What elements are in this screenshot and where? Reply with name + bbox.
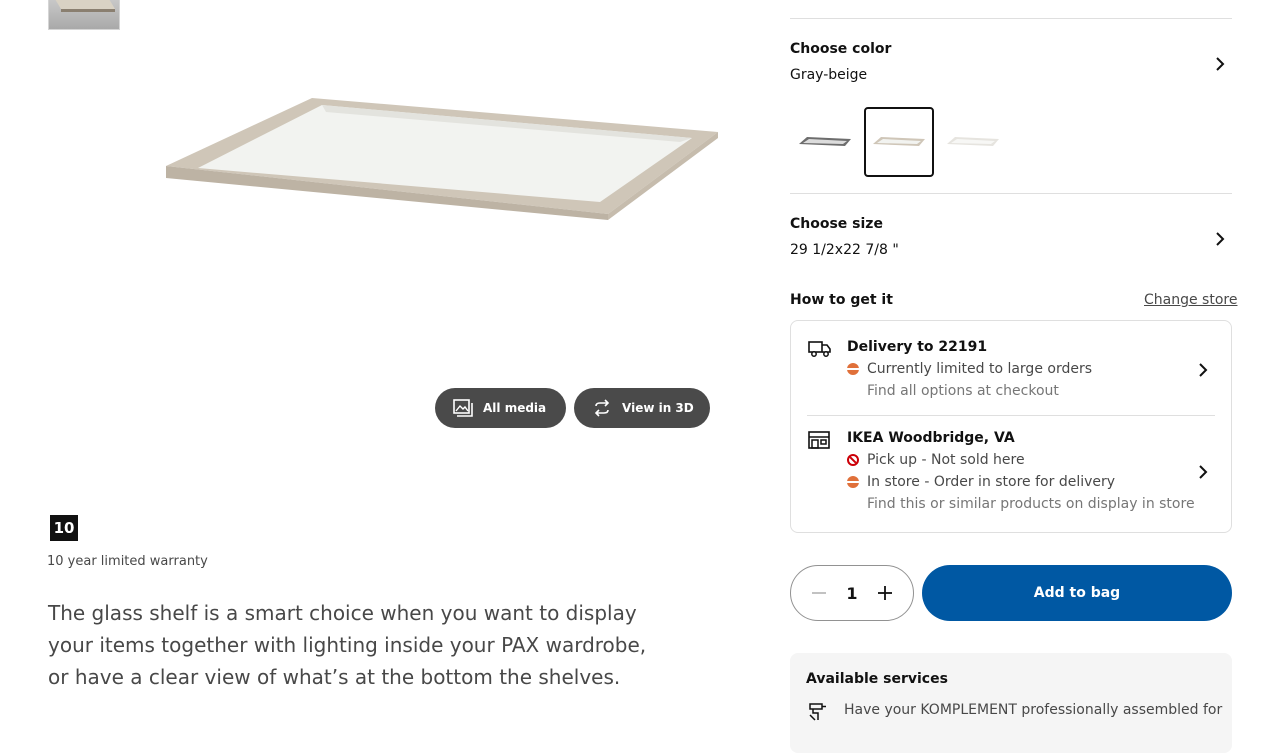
delivery-title: Delivery to 22191 — [847, 339, 988, 355]
delivery-row[interactable]: Delivery to 22191 Currently limited to l… — [791, 321, 1231, 415]
gallery-icon — [453, 399, 473, 417]
not-available-icon — [847, 454, 859, 466]
add-to-bag-button[interactable]: Add to bag — [922, 565, 1232, 621]
swatch-shelf-image — [947, 137, 999, 146]
delivery-status-text: Currently limited to large orders — [867, 361, 1093, 377]
all-media-label: All media — [483, 401, 547, 415]
chevron-right-icon — [1216, 57, 1225, 71]
assembly-tool-icon — [809, 703, 826, 721]
choose-size-heading: Choose size — [790, 216, 883, 232]
availability-box: Delivery to 22191 Currently limited to l… — [790, 320, 1232, 533]
services-text: Have your KOMPLEMENT professionally asse… — [844, 702, 1223, 718]
swatch-shelf-image — [873, 137, 925, 146]
gallery-thumbnail[interactable] — [48, 0, 120, 30]
view-in-3d-label: View in 3D — [622, 401, 694, 415]
how-to-get-it-heading: How to get it — [790, 292, 893, 308]
product-description: The glass shelf is a smart choice when y… — [48, 601, 647, 689]
limited-status-icon — [847, 476, 859, 488]
pickup-status-text: Pick up - Not sold here — [867, 452, 1025, 468]
choose-size-section[interactable]: Choose size 29 1/2x22 7/8 " — [790, 194, 1232, 268]
product-image — [166, 98, 718, 220]
truck-icon — [808, 341, 831, 357]
increase-quantity-button[interactable] — [867, 575, 903, 611]
delivery-note: Find all options at checkout — [867, 383, 1059, 399]
decrease-quantity-button[interactable] — [801, 575, 837, 611]
all-media-button[interactable]: All media — [435, 388, 566, 428]
store-note: Find this or similar products on display… — [867, 496, 1195, 512]
selected-color: Gray-beige — [790, 67, 868, 83]
choose-color-section[interactable]: Choose color Gray-beige — [790, 19, 1232, 193]
color-swatch-dark-gray[interactable] — [790, 107, 860, 177]
instore-status-text: In store - Order in store for delivery — [867, 474, 1116, 490]
warranty-badge: 10 — [50, 515, 78, 541]
selected-size: 29 1/2x22 7/8 " — [790, 242, 899, 258]
store-title: IKEA Woodbridge, VA — [847, 430, 1015, 446]
view-in-3d-button[interactable]: View in 3D — [574, 388, 710, 428]
choose-color-heading: Choose color — [790, 41, 892, 57]
store-icon — [808, 431, 830, 449]
swatch-shelf-image — [799, 137, 851, 146]
warranty-text: 10 year limited warranty — [47, 554, 208, 569]
services-title: Available services — [806, 671, 948, 687]
instore-status: In store - Order in store for delivery — [847, 474, 1115, 490]
rotate-3d-icon — [594, 399, 610, 417]
minus-icon — [812, 592, 826, 594]
available-services-panel: Available services Have your KOMPLEMENT … — [790, 653, 1232, 753]
chevron-right-icon — [1199, 363, 1208, 377]
pickup-status: Pick up - Not sold here — [847, 452, 1025, 468]
quantity-input[interactable] — [837, 583, 867, 603]
quantity-stepper — [790, 565, 914, 621]
plus-icon — [878, 586, 892, 600]
thumbnail-shelf-image — [55, 0, 115, 12]
chevron-right-icon — [1216, 232, 1225, 246]
color-swatch-white[interactable] — [938, 107, 1008, 177]
color-swatch-gray-beige[interactable] — [864, 107, 934, 177]
chevron-right-icon — [1199, 465, 1208, 479]
limited-status-icon — [847, 363, 859, 375]
store-row[interactable]: IKEA Woodbridge, VA Pick up - Not sold h… — [791, 416, 1231, 532]
change-store-link[interactable]: Change store — [1144, 292, 1237, 308]
delivery-status: Currently limited to large orders — [847, 361, 1092, 377]
